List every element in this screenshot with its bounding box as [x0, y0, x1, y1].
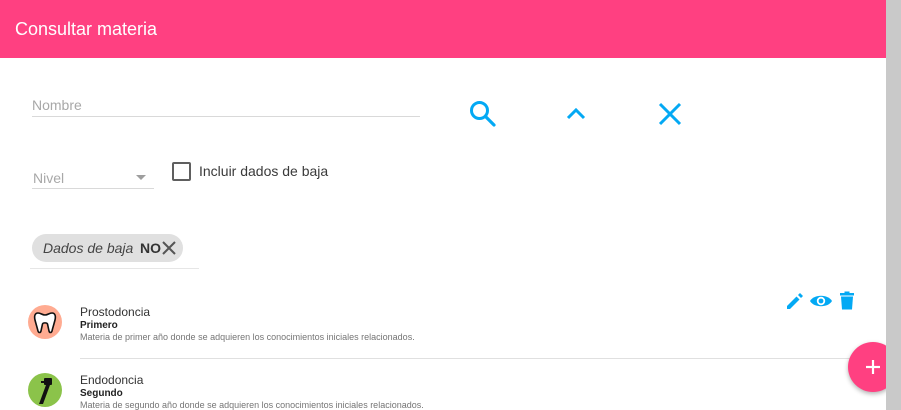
level-select[interactable]: Nivel — [32, 168, 154, 189]
item-level: Primero — [80, 320, 118, 331]
edit-icon — [787, 293, 803, 309]
item-title: Prostodoncia — [80, 305, 151, 319]
view-icon — [810, 295, 832, 307]
collapse-filters-button[interactable] — [561, 99, 591, 129]
chip-remove-button[interactable] — [161, 240, 177, 256]
chip-label: Dados de baja — [43, 240, 134, 256]
level-placeholder: Nivel — [33, 170, 65, 186]
list-divider — [80, 358, 870, 359]
item-description: Materia de primer año donde se adquieren… — [80, 332, 415, 342]
search-button[interactable] — [467, 98, 497, 128]
close-icon — [162, 241, 176, 255]
close-icon — [658, 102, 682, 126]
page-title: Consultar materia — [15, 19, 158, 39]
view-button[interactable] — [808, 290, 834, 312]
plus-icon — [866, 360, 880, 374]
dental-drill-icon — [28, 373, 62, 407]
search-icon — [470, 101, 496, 127]
item-description: Materia de segundo año donde se adquiere… — [80, 400, 424, 410]
add-subject-button[interactable] — [848, 342, 886, 392]
panel-header: Consultar materia — [0, 0, 886, 58]
scrollbar-track[interactable] — [886, 0, 901, 410]
caret-down-icon — [136, 175, 146, 180]
chip-value: NO — [140, 240, 161, 256]
include-inactive-label: Incluir dados de baja — [199, 163, 329, 179]
include-inactive-checkbox[interactable] — [172, 162, 191, 181]
name-input[interactable] — [32, 96, 420, 114]
delete-icon — [840, 291, 854, 310]
clear-filters-button[interactable] — [655, 99, 685, 129]
edit-button[interactable] — [784, 290, 806, 312]
chip-divider — [30, 268, 199, 269]
item-title: Endodoncia — [80, 373, 144, 387]
item-level: Segundo — [80, 388, 123, 399]
filter-chip: Dados de baja NO — [32, 234, 183, 262]
name-field — [32, 96, 420, 117]
delete-button[interactable] — [836, 290, 858, 312]
chevron-up-icon — [566, 107, 586, 120]
consult-panel: Consultar materia Nivel Incluir dados de… — [0, 0, 886, 410]
tooth-icon — [28, 305, 62, 339]
